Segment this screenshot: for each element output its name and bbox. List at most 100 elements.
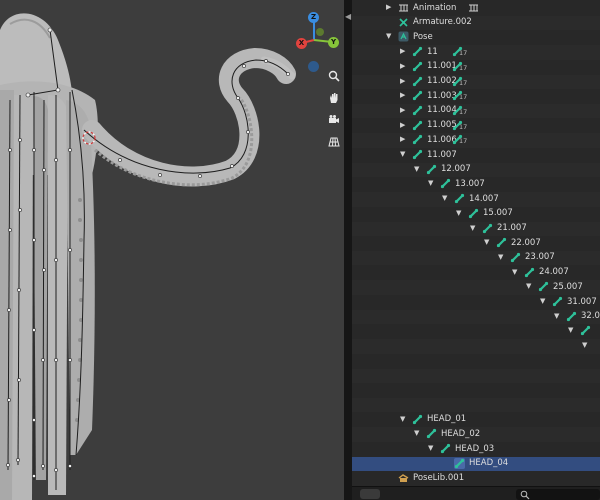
- expand-down-icon[interactable]: ▼: [400, 150, 405, 158]
- expand-down-icon[interactable]: ▼: [442, 194, 447, 202]
- expand-down-icon[interactable]: ▼: [554, 312, 559, 320]
- hand-pan-icon[interactable]: [326, 92, 342, 108]
- camera-icon[interactable]: [326, 114, 342, 130]
- expand-down-icon[interactable]: ▼: [512, 268, 517, 276]
- outliner-item-label: 15.007: [483, 208, 513, 219]
- expand-down-icon[interactable]: ▼: [428, 444, 433, 452]
- outliner-row[interactable]: Armature.002: [352, 15, 600, 31]
- bone-icon: [440, 178, 451, 189]
- outliner-item-label: Pose: [413, 31, 433, 42]
- expand-down-icon[interactable]: ▼: [414, 429, 419, 437]
- outliner-row[interactable]: ▼ HEAD_03: [352, 442, 600, 457]
- outliner-row[interactable]: ▶ 11 17: [352, 45, 600, 60]
- bone-icon: [426, 428, 437, 439]
- bone-icon: [510, 252, 521, 263]
- expand-right-icon[interactable]: ▶: [400, 121, 405, 129]
- outliner-row[interactable]: PoseLib.001: [352, 471, 600, 486]
- outliner-row[interactable]: ▼ 23.007: [352, 250, 600, 266]
- expand-down-icon[interactable]: ▼: [540, 297, 545, 305]
- outliner-row[interactable]: ▼ 21.007: [352, 221, 600, 236]
- grid-perspective-icon[interactable]: [326, 136, 342, 152]
- poselib-icon: [398, 472, 409, 483]
- outliner-row[interactable]: ▶ 11.006 17: [352, 133, 600, 148]
- expand-down-icon[interactable]: ▼: [498, 253, 503, 261]
- expand-right-icon[interactable]: ▶: [386, 3, 391, 11]
- expand-right-icon[interactable]: ▶: [400, 106, 405, 114]
- expand-down-icon[interactable]: ▼: [386, 32, 391, 40]
- outliner-row[interactable]: ▼ 24.007: [352, 266, 600, 281]
- expand-down-icon[interactable]: ▼: [470, 224, 475, 232]
- outliner-row[interactable]: [352, 397, 600, 413]
- area-splitter[interactable]: ◀: [344, 0, 352, 500]
- outliner-row[interactable]: ▼ 25.007: [352, 280, 600, 295]
- expand-right-icon[interactable]: ▶: [400, 135, 405, 143]
- outliner-row[interactable]: ▼ Pose: [352, 30, 600, 45]
- octopus-scene[interactable]: [0, 0, 344, 500]
- collapse-arrow-icon[interactable]: ◀: [345, 12, 351, 21]
- expand-right-icon[interactable]: ▶: [400, 47, 405, 55]
- outliner-item-label: 21.007: [497, 223, 527, 233]
- outliner-row[interactable]: ▼ 11.007: [352, 148, 600, 163]
- outliner-row[interactable]: ▼ 31.007: [352, 295, 600, 310]
- bone-icon: [412, 105, 423, 116]
- expand-down-icon[interactable]: ▼: [456, 209, 461, 217]
- outliner-row[interactable]: ▼: [352, 339, 600, 354]
- outliner-row[interactable]: ▼ 15.007: [352, 207, 600, 222]
- bone-icon: [412, 149, 423, 160]
- bone-icon: [426, 164, 437, 175]
- outliner-row[interactable]: [352, 383, 600, 398]
- bone-icon: [412, 414, 423, 425]
- outliner-row[interactable]: ▶ 11.001 17: [352, 60, 600, 75]
- outliner-item-label: 14.007: [469, 193, 499, 204]
- outliner-row[interactable]: ▼ 12.007: [352, 162, 600, 178]
- bone-icon: [412, 76, 423, 87]
- outliner-row[interactable]: [352, 354, 600, 369]
- outliner-row[interactable]: ▼: [352, 324, 600, 339]
- bone-icon: [440, 443, 451, 454]
- outliner-row-selected[interactable]: HEAD_04: [352, 456, 600, 472]
- outliner-row[interactable]: ▼ 14.007: [352, 192, 600, 207]
- outliner-row[interactable]: ▼ 22.007: [352, 236, 600, 251]
- outliner-row[interactable]: [352, 368, 600, 383]
- filter-dropdown[interactable]: [360, 489, 380, 499]
- bone-icon: [468, 208, 479, 219]
- outliner-item-label: 23.007: [525, 252, 555, 263]
- 3d-viewport[interactable]: Z X Y: [0, 0, 344, 500]
- expand-down-icon[interactable]: ▼: [484, 238, 489, 246]
- bone-icon: [580, 325, 591, 336]
- outliner-row[interactable]: ▶ 11.004 17: [352, 103, 600, 119]
- action-strip-icon[interactable]: [468, 2, 479, 13]
- outliner-panel[interactable]: ▶ Animation Armature.002 ▼ Pose ▶ 11 17 ▶ 11.001 1…: [352, 0, 600, 500]
- armature-data-icon: [398, 17, 409, 28]
- expand-down-icon[interactable]: ▼: [414, 165, 419, 173]
- outliner-item-label: 13.007: [455, 178, 485, 189]
- expand-down-icon[interactable]: ▼: [526, 282, 531, 290]
- outliner-row[interactable]: ▼ HEAD_01: [352, 413, 600, 428]
- outliner-row[interactable]: ▶ Animation: [352, 1, 600, 16]
- search-icon: [520, 490, 530, 500]
- gizmo-z-axis[interactable]: Z: [308, 12, 319, 23]
- gizmo-x-axis[interactable]: X: [296, 38, 307, 49]
- expand-down-icon[interactable]: ▼: [428, 179, 433, 187]
- expand-down-icon[interactable]: ▼: [568, 326, 573, 334]
- expand-right-icon[interactable]: ▶: [400, 91, 405, 99]
- expand-right-icon[interactable]: ▶: [400, 77, 405, 85]
- gizmo-neg-y-axis[interactable]: [316, 28, 324, 36]
- search-input[interactable]: [516, 489, 600, 500]
- outliner-row[interactable]: ▶ 11.002 17: [352, 74, 600, 89]
- outliner-row[interactable]: ▼ 32.0: [352, 309, 600, 325]
- gizmo-neg-z-axis[interactable]: [308, 61, 319, 72]
- child-count-badge: 17: [459, 93, 468, 102]
- outliner-row[interactable]: ▶ 11.005 17: [352, 119, 600, 134]
- outliner-row[interactable]: ▼ 13.007: [352, 177, 600, 192]
- navigation-gizmo[interactable]: Z X Y: [292, 8, 342, 72]
- child-count-badge: 17: [459, 137, 468, 146]
- expand-down-icon[interactable]: ▼: [582, 341, 587, 349]
- expand-down-icon[interactable]: ▼: [400, 415, 405, 423]
- zoom-icon[interactable]: [326, 70, 342, 86]
- gizmo-y-axis[interactable]: Y: [328, 37, 339, 48]
- expand-right-icon[interactable]: ▶: [400, 62, 405, 70]
- bone-icon: [538, 281, 549, 292]
- outliner-row[interactable]: ▶ 11.003 17: [352, 89, 600, 104]
- outliner-row[interactable]: ▼ HEAD_02: [352, 427, 600, 442]
